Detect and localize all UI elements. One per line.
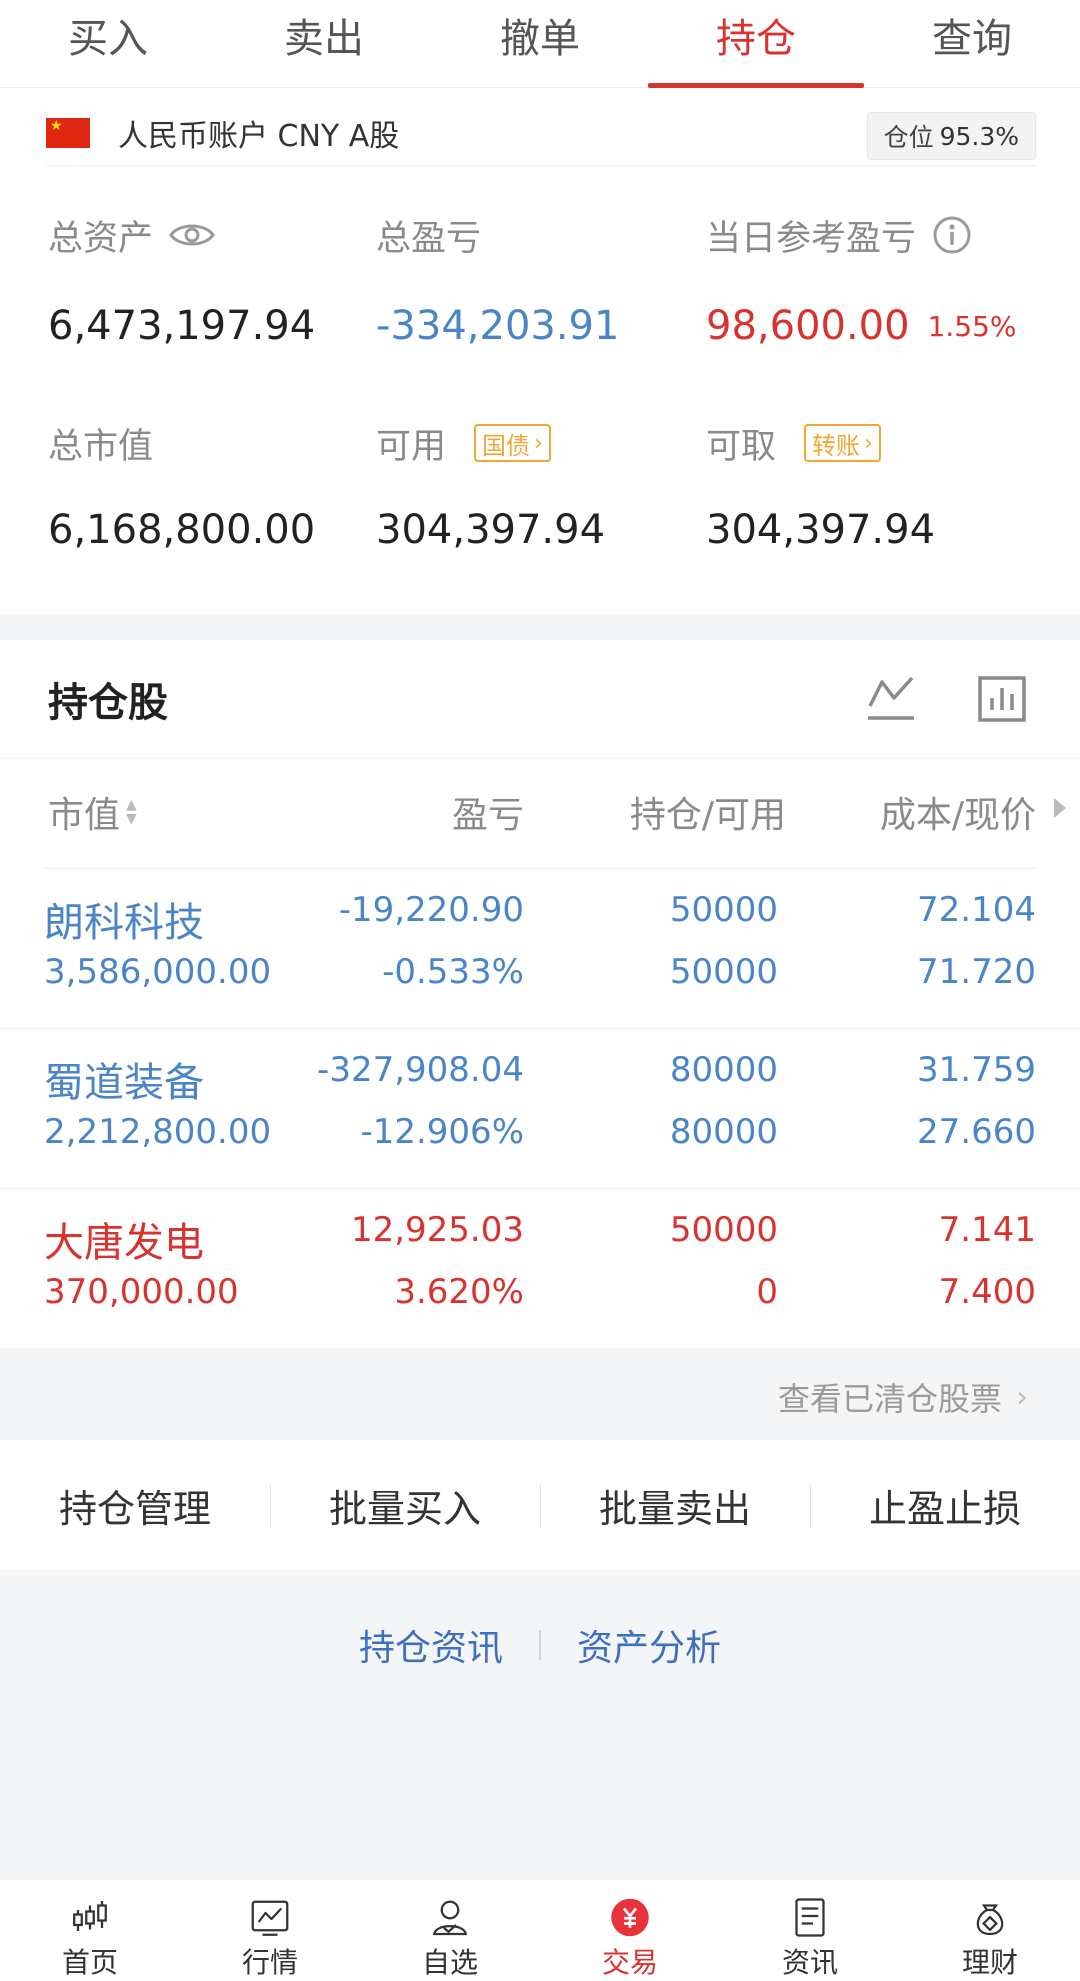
- available-value: 304,397.94: [376, 507, 606, 553]
- stock-market-value: 3,586,000.00: [44, 952, 272, 992]
- top-tab-bar: 买入 卖出 撤单 持仓 查询: [0, 0, 1080, 88]
- stock-price: 27.660: [917, 1112, 1036, 1152]
- daily-pl-value: 98,600.00 1.55%: [706, 303, 1017, 349]
- section-gap: [0, 614, 1080, 640]
- bottom-nav: 首页 行情 自选 交易 资讯 理财: [0, 1880, 1080, 1981]
- tab-sell[interactable]: 卖出: [216, 0, 432, 88]
- market-value: 6,168,800.00: [48, 507, 316, 553]
- daily-pl-percent: 1.55%: [927, 309, 1017, 343]
- trend-chart-icon[interactable]: [866, 672, 916, 722]
- stock-available: 80000: [669, 1112, 778, 1152]
- yuan-icon: [611, 1898, 649, 1937]
- info-links: 持仓资讯 资产分析: [0, 1570, 1080, 1720]
- stock-name: 大唐发电: [44, 1220, 204, 1266]
- cleared-stocks-link[interactable]: 查看已清仓股票 ›: [778, 1374, 1028, 1420]
- nav-trade[interactable]: 交易: [540, 1880, 720, 1981]
- tab-holdings[interactable]: 持仓: [648, 0, 864, 88]
- stock-pl-percent: -12.906%: [360, 1112, 524, 1152]
- stock-pl-percent: 3.620%: [394, 1272, 524, 1312]
- nav-finance[interactable]: 理财: [900, 1880, 1080, 1981]
- nav-market[interactable]: 行情: [180, 1880, 360, 1981]
- total-pl-label: 总盈亏: [376, 218, 482, 259]
- bar-chart-icon[interactable]: [978, 676, 1026, 722]
- tab-cancel[interactable]: 撤单: [432, 0, 648, 88]
- divider: [0, 1188, 1080, 1189]
- divider: [44, 868, 1036, 869]
- stock-pl-percent: -0.533%: [382, 952, 524, 992]
- nav-watchlist[interactable]: 自选: [360, 1880, 540, 1981]
- divider: [0, 1028, 1080, 1029]
- stock-available: 0: [756, 1272, 778, 1312]
- stock-pl: -19,220.90: [338, 890, 524, 930]
- take-profit-stop-loss-button[interactable]: 止盈止损: [810, 1440, 1080, 1570]
- stock-cost: 7.141: [938, 1210, 1036, 1250]
- info-icon[interactable]: [932, 215, 972, 255]
- stock-price: 7.400: [938, 1272, 1036, 1312]
- stock-pl: 12,925.03: [350, 1210, 524, 1250]
- daily-pl-label: 当日参考盈亏: [706, 210, 972, 260]
- chart-monitor-icon: [251, 1900, 289, 1936]
- batch-sell-button[interactable]: 批量卖出: [540, 1440, 810, 1570]
- available-label: 可用 国债 ›: [376, 418, 551, 468]
- chevron-right-icon: ›: [864, 430, 873, 456]
- stock-available: 50000: [669, 952, 778, 992]
- position-ratio-badge: 仓位 95.3%: [866, 112, 1036, 160]
- column-position: 持仓/可用: [629, 795, 786, 836]
- stock-cost: 31.759: [917, 1050, 1036, 1090]
- tab-query[interactable]: 查询: [864, 0, 1080, 88]
- candlestick-icon: [73, 1901, 107, 1931]
- tab-buy[interactable]: 买入: [0, 0, 216, 88]
- total-assets-value: 6,473,197.94: [48, 303, 316, 349]
- scroll-right-icon[interactable]: [1054, 798, 1066, 818]
- stock-position: 50000: [669, 1210, 778, 1250]
- transfer-button[interactable]: 转账 ›: [804, 424, 881, 462]
- stock-cost: 72.104: [917, 890, 1036, 930]
- eye-icon[interactable]: [169, 220, 215, 250]
- chevron-right-icon: ›: [534, 430, 543, 456]
- column-cost-price: 成本/现价: [879, 795, 1036, 836]
- holdings-management-button[interactable]: 持仓管理: [0, 1440, 270, 1570]
- empty-area: [0, 1720, 1080, 1880]
- china-flag-icon: ★: [46, 117, 90, 148]
- holdings-news-link[interactable]: 持仓资讯: [323, 1619, 539, 1671]
- asset-analysis-link[interactable]: 资产分析: [541, 1619, 757, 1671]
- stock-price: 71.720: [917, 952, 1036, 992]
- market-value-label: 总市值: [48, 426, 154, 467]
- divider: [0, 758, 1080, 759]
- document-icon: [795, 1898, 825, 1937]
- nav-home[interactable]: 首页: [0, 1880, 180, 1981]
- user-check-icon: [432, 1900, 468, 1936]
- account-row[interactable]: ★ 人民币账户 CNY A股 仓位 95.3%: [46, 100, 1036, 166]
- stock-name: 蜀道装备: [44, 1060, 204, 1106]
- total-pl-value: -334,203.91: [376, 303, 620, 349]
- batch-buy-button[interactable]: 批量买入: [270, 1440, 540, 1570]
- total-assets-label: 总资产: [48, 210, 215, 260]
- stock-name: 朗科科技: [44, 900, 204, 946]
- nav-news[interactable]: 资讯: [720, 1880, 900, 1981]
- chevron-right-icon: ›: [1016, 1379, 1028, 1415]
- treasury-bond-button[interactable]: 国债 ›: [474, 424, 551, 462]
- account-label: 人民币账户 CNY A股: [118, 118, 400, 154]
- column-pl: 盈亏: [451, 795, 524, 836]
- withdrawable-label: 可取 转账 ›: [706, 418, 881, 468]
- withdrawable-value: 304,397.94: [706, 507, 936, 553]
- stock-pl: -327,908.04: [317, 1050, 524, 1090]
- stock-position: 80000: [669, 1050, 778, 1090]
- stock-position: 50000: [669, 890, 778, 930]
- holdings-title: 持仓股: [48, 680, 168, 726]
- money-bag-icon: [976, 1904, 1004, 1936]
- sort-icon: ▲ ▼: [126, 797, 137, 827]
- action-bar: 持仓管理 批量买入 批量卖出 止盈止损: [0, 1440, 1080, 1570]
- stock-market-value: 2,212,800.00: [44, 1112, 272, 1152]
- column-market-value[interactable]: 市值 ▲ ▼: [48, 784, 137, 840]
- stock-market-value: 370,000.00: [44, 1272, 239, 1312]
